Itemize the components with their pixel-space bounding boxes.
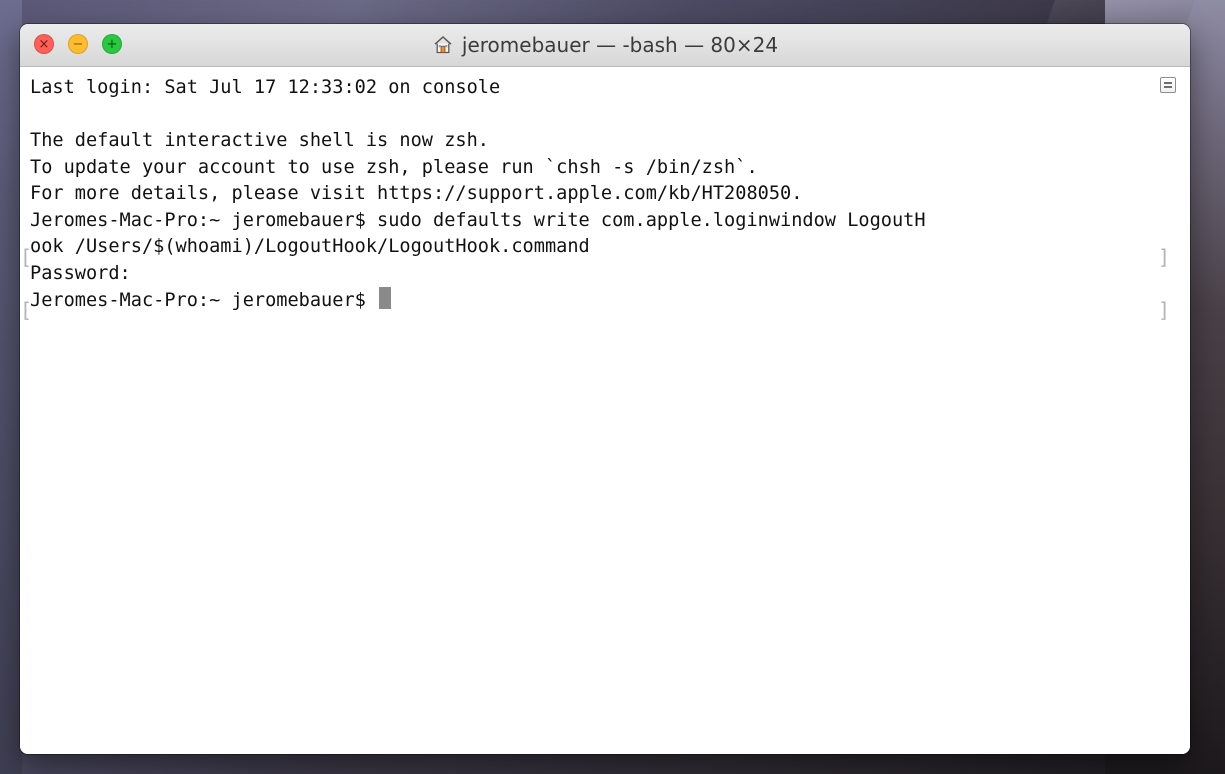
terminal-window: × − + jeromebauer — -bash — 80×24 [] [… xyxy=(20,24,1190,754)
terminal-output: Last login: Sat Jul 17 12:33:02 on conso… xyxy=(30,75,926,315)
terminal-line: To update your account to use zsh, pleas… xyxy=(30,156,758,178)
scroll-menu-icon xyxy=(1164,82,1172,84)
home-icon xyxy=(432,34,454,56)
close-icon: × xyxy=(38,36,50,52)
terminal-line: Password: xyxy=(30,262,131,284)
close-button[interactable]: × xyxy=(34,34,54,54)
window-controls: × − + xyxy=(34,34,122,54)
terminal-line: Last login: Sat Jul 17 12:33:02 on conso… xyxy=(30,77,501,98)
fullscreen-button[interactable]: + xyxy=(102,34,122,54)
terminal-line: ook /Users/$(whoami)/LogoutHook/LogoutHo… xyxy=(30,236,590,257)
scroll-menu-button[interactable] xyxy=(1160,77,1176,93)
minimize-button[interactable]: − xyxy=(68,34,88,54)
fullscreen-icon: + xyxy=(106,36,118,52)
terminal-prompt: Jeromes-Mac-Pro:~ jeromebauer$ xyxy=(30,290,378,311)
command-marker-right: ] xyxy=(1158,245,1171,269)
text-cursor[interactable] xyxy=(379,287,392,309)
terminal-line: For more details, please visit https://s… xyxy=(30,183,803,204)
terminal-line: The default interactive shell is now zsh… xyxy=(30,130,489,151)
desktop-background-left xyxy=(0,0,22,774)
minimize-icon: − xyxy=(72,36,84,52)
password-marker-right: ] xyxy=(1158,298,1171,322)
window-titlebar[interactable]: × − + jeromebauer — -bash — 80×24 xyxy=(20,24,1190,67)
window-title-text: jeromebauer — -bash — 80×24 xyxy=(461,33,779,57)
window-title: jeromebauer — -bash — 80×24 xyxy=(432,33,778,57)
terminal-line: Jeromes-Mac-Pro:~ jeromebauer$ sudo defa… xyxy=(30,209,926,231)
terminal-content[interactable]: [ ] [ ] Last login: Sat Jul 17 12:33:02 … xyxy=(20,67,1190,754)
